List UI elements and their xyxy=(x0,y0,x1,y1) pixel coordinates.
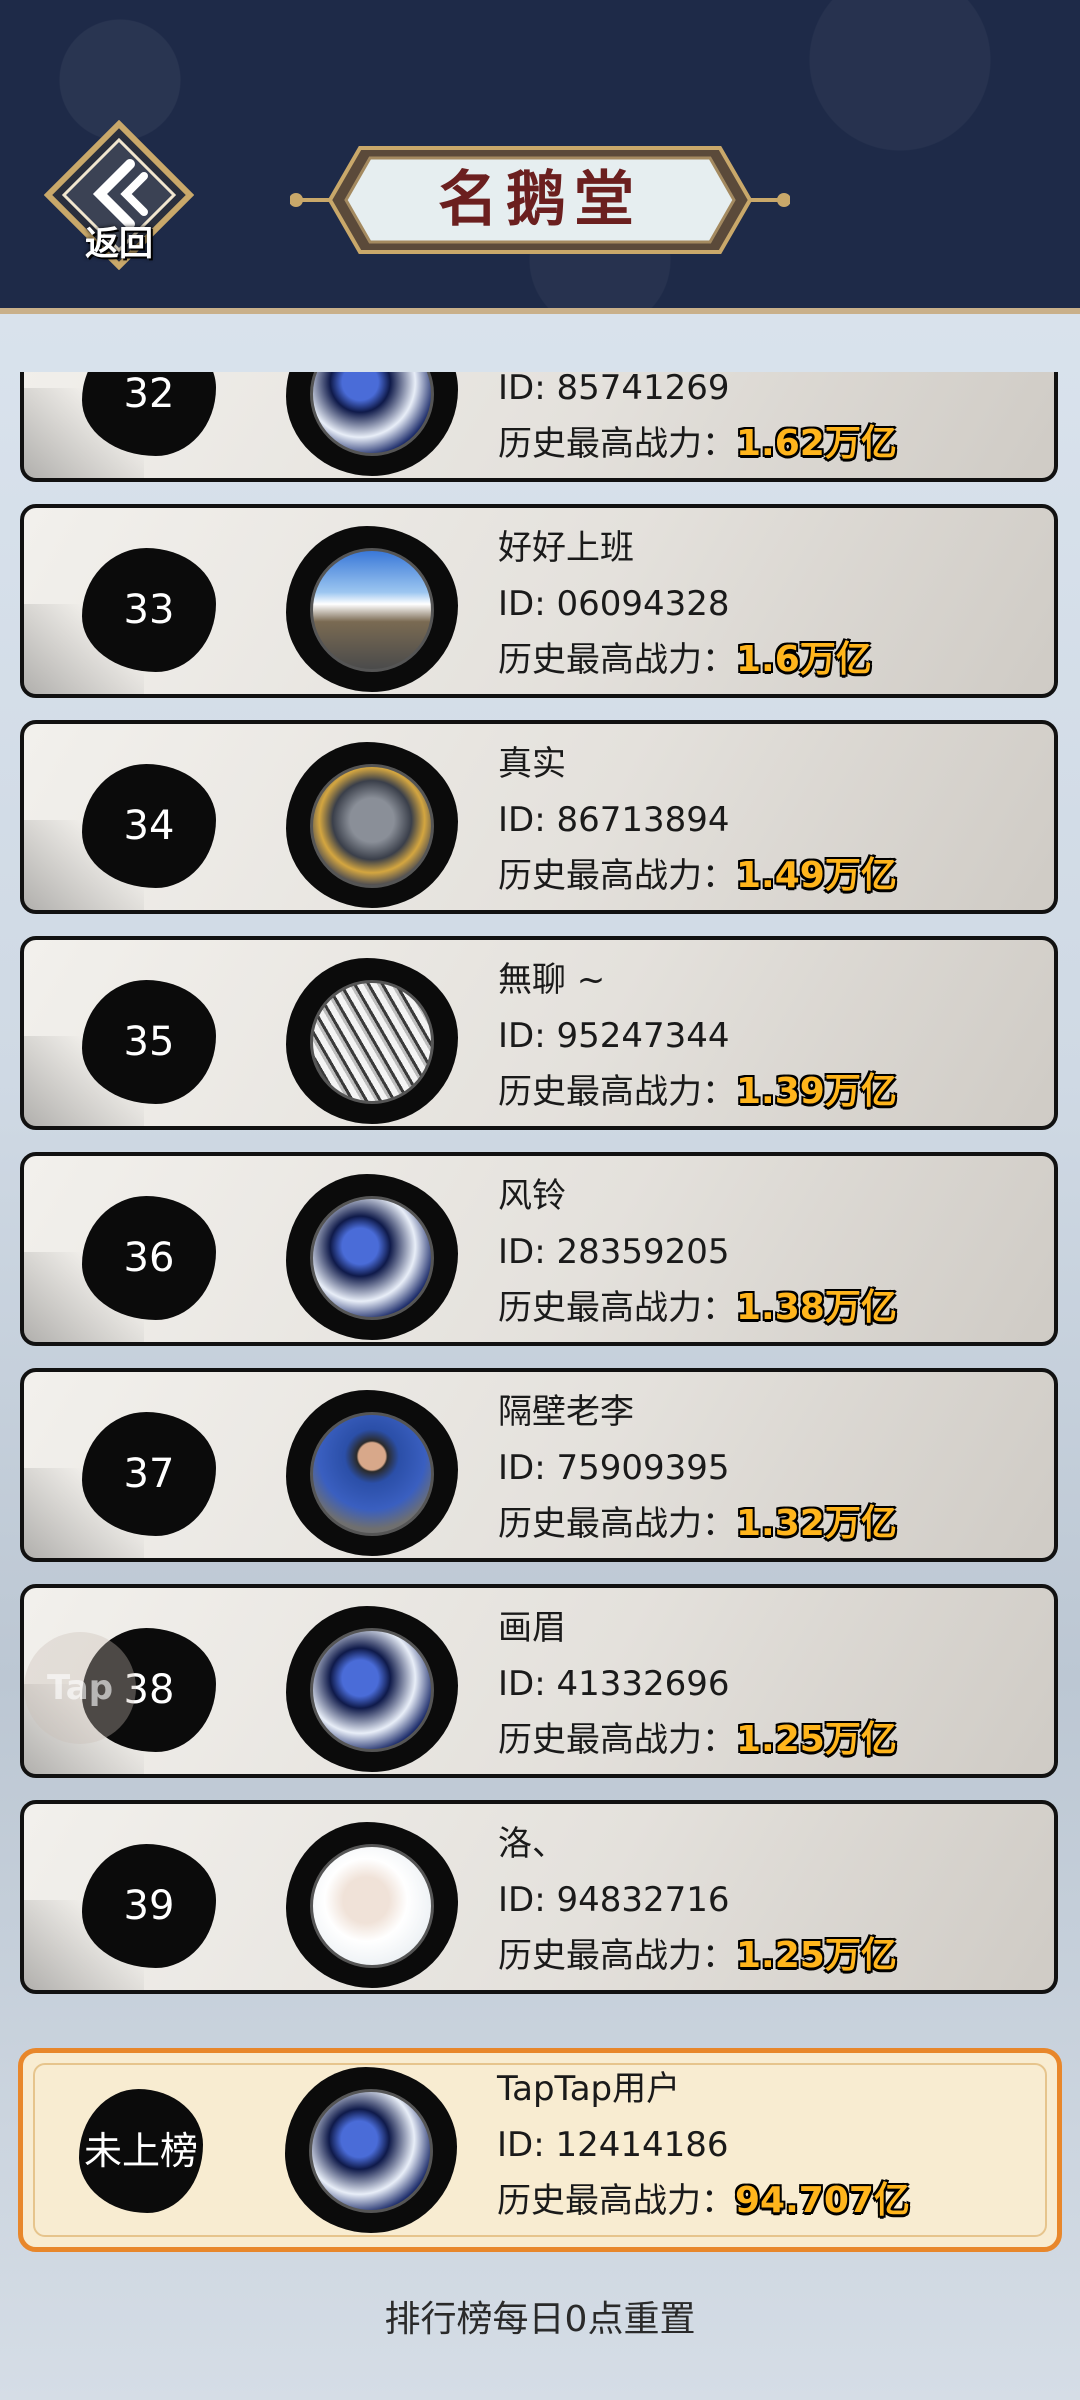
power-label: 历史最高战力： xyxy=(498,1936,736,1976)
title-plate: 名鹅堂 xyxy=(290,140,790,260)
player-name: 真实 xyxy=(498,744,566,784)
power-label: 历史最高战力： xyxy=(498,1288,736,1328)
player-id: ID: 06094328 xyxy=(498,584,730,624)
leaderboard-row[interactable]: 34 真实 ID: 86713894 历史最高战力：1.49万亿 xyxy=(20,720,1058,914)
my-rank-card[interactable]: 未上榜 TapTap用户 ID: 12414186 历史最高战力：94.707亿 xyxy=(18,2048,1062,2252)
player-id: ID: 94832716 xyxy=(498,1880,730,1920)
avatar-frame xyxy=(286,1822,458,1988)
player-id: ID: 85741269 xyxy=(498,372,730,408)
player-name: 风铃 xyxy=(498,1176,566,1216)
avatar xyxy=(310,1628,434,1752)
my-avatar-frame xyxy=(285,2067,457,2233)
taptap-floating-icon[interactable]: Tap xyxy=(24,1632,136,1744)
power-label: 历史最高战力： xyxy=(498,1504,736,1544)
avatar-frame xyxy=(286,1606,458,1772)
rank-badge: 32 xyxy=(82,372,216,456)
power-label: 历史最高战力： xyxy=(498,1072,736,1112)
my-name: TapTap用户 xyxy=(497,2069,681,2109)
leaderboard-row[interactable]: 39 洛、 ID: 94832716 历史最高战力：1.25万亿 xyxy=(20,1800,1058,1994)
rank-badge: 39 xyxy=(82,1844,216,1968)
player-name: 好好上班 xyxy=(498,528,634,568)
player-name: 洛、 xyxy=(498,1824,566,1864)
power-label: 历史最高战力： xyxy=(498,856,736,896)
avatar xyxy=(310,1196,434,1320)
player-id: ID: 41332696 xyxy=(498,1664,730,1704)
player-name: 画眉 xyxy=(498,1608,566,1648)
power-value: 1.62万亿 xyxy=(736,423,897,464)
power-value: 1.25万亿 xyxy=(736,1719,897,1760)
my-power-label: 历史最高战力： xyxy=(497,2181,735,2221)
rank-badge: 36 xyxy=(82,1196,216,1320)
rank-badge: 33 xyxy=(82,548,216,672)
player-id: ID: 75909395 xyxy=(498,1448,730,1488)
reset-notice: 排行榜每日0点重置 xyxy=(384,2299,696,2340)
power-value: 1.6万亿 xyxy=(736,639,872,680)
avatar-frame xyxy=(286,526,458,692)
power-label: 历史最高战力： xyxy=(498,1720,736,1760)
leaderboard-row[interactable]: 33 好好上班 ID: 06094328 历史最高战力：1.6万亿 xyxy=(20,504,1058,698)
back-label: 返回 xyxy=(85,224,153,264)
avatar xyxy=(310,1412,434,1536)
page-title: 名鹅堂 xyxy=(438,165,642,235)
power-value: 1.38万亿 xyxy=(736,1287,897,1328)
leaderboard-list[interactable]: 32 ID: 85741269 历史最高战力：1.62万亿 33 好好上班 ID… xyxy=(0,372,1080,2008)
avatar-frame xyxy=(286,1174,458,1340)
my-id: ID: 12414186 xyxy=(497,2125,729,2165)
back-button[interactable]: 返回 xyxy=(43,119,195,271)
avatar-frame xyxy=(286,372,458,476)
leaderboard-row[interactable]: 38 画眉 ID: 41332696 历史最高战力：1.25万亿 xyxy=(20,1584,1058,1778)
player-name: 無聊 ~ xyxy=(498,960,606,1000)
avatar xyxy=(310,372,434,456)
my-avatar xyxy=(309,2089,433,2213)
player-id: ID: 28359205 xyxy=(498,1232,730,1272)
avatar-frame xyxy=(286,742,458,908)
avatar xyxy=(310,980,434,1104)
player-name: 隔壁老李 xyxy=(498,1392,634,1432)
header-bar: 返回 名鹅堂 xyxy=(0,0,1080,314)
avatar-frame xyxy=(286,958,458,1124)
avatar xyxy=(310,548,434,672)
my-power-value: 94.707亿 xyxy=(735,2180,910,2221)
power-label: 历史最高战力： xyxy=(498,640,736,680)
player-id: ID: 95247344 xyxy=(498,1016,730,1056)
rank-badge: 37 xyxy=(82,1412,216,1536)
rank-badge: 35 xyxy=(82,980,216,1104)
leaderboard-row[interactable]: 37 隔壁老李 ID: 75909395 历史最高战力：1.32万亿 xyxy=(20,1368,1058,1562)
my-rank-badge: 未上榜 xyxy=(79,2089,203,2213)
rank-badge: 34 xyxy=(82,764,216,888)
player-id: ID: 86713894 xyxy=(498,800,730,840)
avatar xyxy=(310,764,434,888)
leaderboard-row[interactable]: 35 無聊 ~ ID: 95247344 历史最高战力：1.39万亿 xyxy=(20,936,1058,1130)
power-value: 1.32万亿 xyxy=(736,1503,897,1544)
leaderboard-row[interactable]: 32 ID: 85741269 历史最高战力：1.62万亿 xyxy=(20,372,1058,482)
power-label: 历史最高战力： xyxy=(498,424,736,464)
power-value: 1.49万亿 xyxy=(736,855,897,896)
avatar xyxy=(310,1844,434,1968)
power-value: 1.25万亿 xyxy=(736,1935,897,1976)
leaderboard-row[interactable]: 36 风铃 ID: 28359205 历史最高战力：1.38万亿 xyxy=(20,1152,1058,1346)
avatar-frame xyxy=(286,1390,458,1556)
power-value: 1.39万亿 xyxy=(736,1071,897,1112)
